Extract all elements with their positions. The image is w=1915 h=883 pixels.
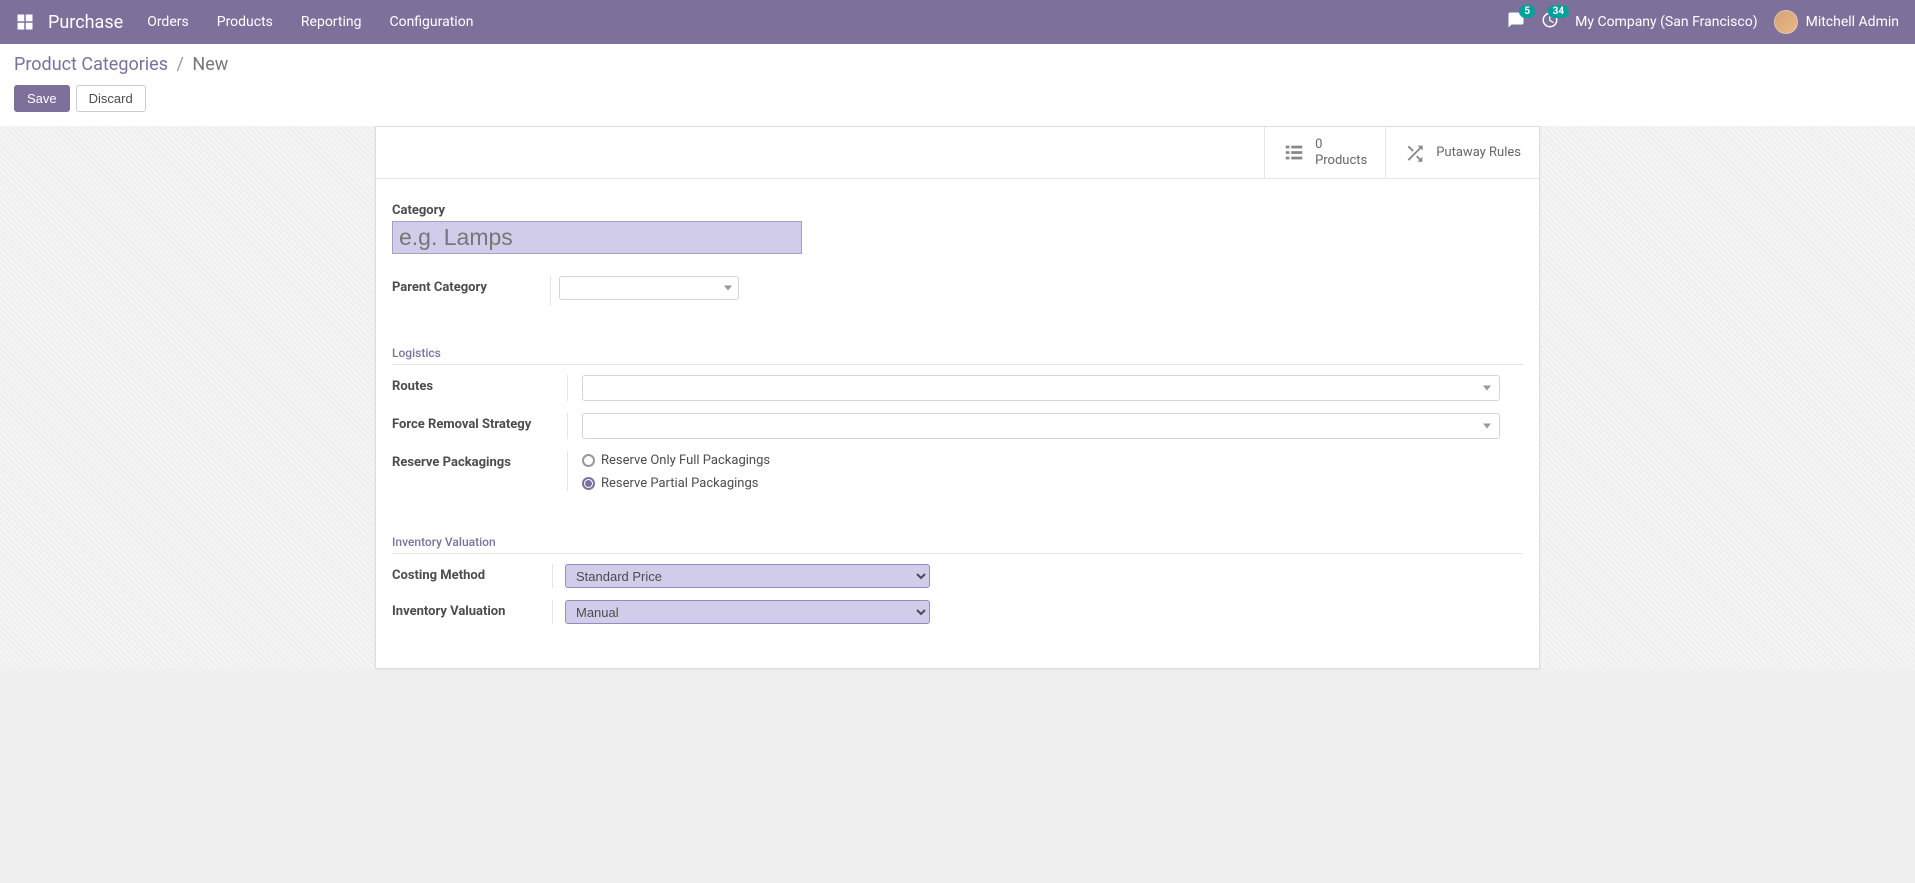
- reserve-partial-radio[interactable]: Reserve Partial Packagings: [582, 476, 1523, 491]
- reserve-partial-label: Reserve Partial Packagings: [601, 476, 758, 491]
- discard-button[interactable]: Discard: [76, 85, 146, 112]
- main: 0 Products Putaway Rules Category Parent…: [0, 126, 1915, 669]
- costing-label: Costing Method: [392, 564, 552, 583]
- avatar: [1774, 10, 1798, 34]
- reserve-full-radio[interactable]: Reserve Only Full Packagings: [582, 453, 1523, 468]
- user-menu[interactable]: Mitchell Admin: [1774, 10, 1899, 34]
- company-switcher[interactable]: My Company (San Francisco): [1575, 14, 1757, 30]
- reserve-radio-group: Reserve Only Full Packagings Reserve Par…: [582, 451, 1523, 491]
- control-panel: Product Categories / New Save Discard: [0, 44, 1915, 126]
- stat-putaway-label: Putaway Rules: [1436, 145, 1521, 160]
- removal-label: Force Removal Strategy: [392, 413, 567, 432]
- removal-input[interactable]: [582, 413, 1500, 439]
- chevron-down-icon: [1483, 386, 1491, 391]
- radio-icon: [582, 477, 595, 490]
- category-input[interactable]: [392, 221, 802, 254]
- messages-badge: 5: [1519, 5, 1535, 18]
- chevron-down-icon: [724, 286, 732, 291]
- breadcrumb-parent[interactable]: Product Categories: [14, 54, 168, 75]
- breadcrumb-sep: /: [177, 54, 184, 75]
- nav-menu: Orders Products Reporting Configuration: [147, 14, 473, 30]
- section-valuation: Inventory Valuation: [392, 535, 1523, 554]
- chevron-down-icon: [1483, 424, 1491, 429]
- parent-category-label: Parent Category: [392, 276, 550, 306]
- routes-label: Routes: [392, 375, 567, 394]
- form-body: Category Parent Category Logistics Route…: [376, 179, 1539, 668]
- nav-orders[interactable]: Orders: [147, 14, 189, 30]
- valuation-select[interactable]: Manual: [565, 600, 930, 624]
- stat-products-count: 0: [1315, 137, 1367, 153]
- section-logistics: Logistics: [392, 346, 1523, 365]
- costing-select[interactable]: Standard Price: [565, 564, 930, 588]
- category-label: Category: [392, 203, 1523, 218]
- stat-products[interactable]: 0 Products: [1264, 127, 1385, 178]
- list-icon: [1283, 142, 1305, 164]
- reserve-full-label: Reserve Only Full Packagings: [601, 453, 770, 468]
- routes-input[interactable]: [582, 375, 1500, 401]
- breadcrumb: Product Categories / New: [14, 54, 1901, 75]
- nav-configuration[interactable]: Configuration: [389, 14, 473, 30]
- stat-putaway[interactable]: Putaway Rules: [1385, 127, 1539, 178]
- parent-category-input[interactable]: [559, 276, 739, 300]
- breadcrumb-current: New: [192, 54, 228, 75]
- stat-products-label: Products: [1315, 153, 1367, 169]
- shuffle-icon: [1404, 142, 1426, 164]
- save-button[interactable]: Save: [14, 85, 70, 112]
- app-name[interactable]: Purchase: [48, 12, 123, 33]
- stat-row: 0 Products Putaway Rules: [376, 127, 1539, 179]
- user-name: Mitchell Admin: [1806, 14, 1899, 30]
- reserve-label: Reserve Packagings: [392, 451, 567, 470]
- messaging-button[interactable]: 5: [1507, 11, 1525, 33]
- radio-icon: [582, 454, 595, 467]
- apps-icon[interactable]: [16, 13, 34, 31]
- activities-button[interactable]: 34: [1541, 11, 1559, 33]
- activities-badge: 34: [1548, 5, 1569, 18]
- nav-reporting[interactable]: Reporting: [301, 14, 362, 30]
- form-sheet: 0 Products Putaway Rules Category Parent…: [375, 126, 1540, 669]
- valuation-label: Inventory Valuation: [392, 600, 552, 619]
- nav-products[interactable]: Products: [217, 14, 273, 30]
- navbar: Purchase Orders Products Reporting Confi…: [0, 0, 1915, 44]
